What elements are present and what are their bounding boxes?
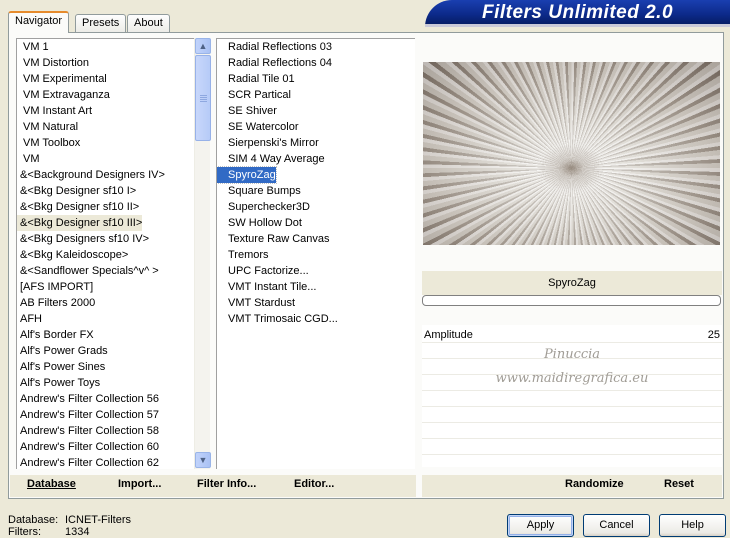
category-item[interactable]: &<Bkg Designer sf10 I> [17, 183, 136, 199]
parameter-area: Amplitude 25 Pinuccia www.maidiregrafica… [422, 325, 722, 467]
status-value: 1334 [65, 526, 90, 538]
param-row [422, 391, 722, 407]
tab-presets[interactable]: Presets [75, 14, 127, 33]
title-banner: Filters Unlimited 2.0 [425, 0, 730, 27]
filter-item[interactable]: SW Hollow Dot [217, 215, 302, 231]
param-label: Amplitude [424, 329, 473, 341]
watermark-name: Pinuccia [543, 347, 601, 362]
param-row-amplitude[interactable]: Amplitude 25 [422, 327, 722, 343]
filter-item[interactable]: Radial Reflections 03 [217, 39, 332, 55]
status-label: Database: [8, 514, 59, 526]
apply-button[interactable]: Apply [507, 514, 574, 537]
status-label: Filters: [8, 526, 41, 538]
category-item[interactable]: &<Bkg Designers sf10 IV> [17, 231, 149, 247]
category-item[interactable]: VM Experimental [17, 71, 107, 87]
scroll-thumb[interactable] [195, 55, 211, 141]
filter-item[interactable]: SpyroZag [217, 166, 277, 184]
category-item[interactable]: VM Instant Art [17, 103, 92, 119]
filter-item[interactable]: VMT Stardust [217, 295, 295, 311]
filter-item[interactable]: Square Bumps [217, 183, 301, 199]
help-button[interactable]: Help [659, 514, 726, 537]
category-item[interactable]: AB Filters 2000 [17, 295, 95, 311]
filter-item[interactable]: Radial Reflections 04 [217, 55, 332, 71]
filter-item[interactable]: SCR Partical [217, 87, 291, 103]
category-item[interactable]: Andrew's Filter Collection 58 [17, 423, 159, 439]
param-row [422, 423, 722, 439]
filter-item[interactable]: VMT Trimosaic CGD... [217, 311, 338, 327]
filter-info-button[interactable]: Filter Info... [197, 478, 256, 490]
filter-item[interactable]: Texture Raw Canvas [217, 231, 330, 247]
category-item[interactable]: Andrew's Filter Collection 56 [17, 391, 159, 407]
category-item[interactable]: &<Bkg Designer sf10 III> [17, 215, 143, 231]
category-item[interactable]: VM Distortion [17, 55, 89, 71]
category-item[interactable]: &<Bkg Designer sf10 II> [17, 199, 139, 215]
category-item[interactable]: &<Bkg Kaleidoscope> [17, 247, 128, 263]
category-item[interactable]: Andrew's Filter Collection 60 [17, 439, 159, 455]
tab-navigator[interactable]: Navigator [8, 11, 70, 33]
status-value: ICNET-Filters [65, 514, 131, 526]
category-item[interactable]: &<Background Designers IV> [17, 167, 165, 183]
category-item[interactable]: VM [17, 151, 40, 167]
category-item[interactable]: VM Toolbox [17, 135, 80, 151]
category-item[interactable]: Alf's Power Toys [17, 375, 100, 391]
category-item[interactable]: Alf's Border FX [17, 327, 94, 343]
filter-item[interactable]: VMT Instant Tile... [217, 279, 316, 295]
progress-bar [422, 295, 721, 306]
param-row [422, 407, 722, 423]
category-item[interactable]: VM Natural [17, 119, 78, 135]
category-scrollbar[interactable]: ▲ ▼ [194, 38, 211, 469]
category-item[interactable]: Andrew's Filter Collection 62 [17, 455, 159, 469]
cancel-button[interactable]: Cancel [583, 514, 650, 537]
category-item[interactable]: VM 1 [17, 39, 49, 55]
watermark-url: www.maidiregrafica.eu [495, 371, 649, 386]
category-item[interactable]: [AFS IMPORT] [17, 279, 93, 295]
tab-about[interactable]: About [127, 14, 170, 33]
filter-item[interactable]: SE Shiver [217, 103, 277, 119]
filter-item[interactable]: Tremors [217, 247, 269, 263]
filter-item[interactable]: SIM 4 Way Average [217, 151, 325, 167]
category-item[interactable]: Alf's Power Grads [17, 343, 108, 359]
import-button[interactable]: Import... [118, 478, 161, 490]
category-item[interactable]: &<Sandflower Specials^v^ > [17, 263, 159, 279]
editor-button[interactable]: Editor... [294, 478, 334, 490]
filter-item[interactable]: UPC Factorize... [217, 263, 309, 279]
filter-item[interactable]: Sierpenski's Mirror [217, 135, 319, 151]
filter-item[interactable]: SE Watercolor [217, 119, 299, 135]
category-item[interactable]: VM Extravaganza [17, 87, 110, 103]
status-filters: Filters: 1334 [8, 526, 89, 538]
category-item[interactable]: Alf's Power Sines [17, 359, 105, 375]
chevron-up-icon[interactable]: ▲ [195, 38, 211, 54]
selected-filter-name: SpyroZag [422, 271, 722, 295]
filter-list[interactable]: Radial Reflections 03 Radial Reflections … [216, 38, 415, 469]
reset-button[interactable]: Reset [664, 478, 694, 490]
filter-preview-image [423, 62, 720, 245]
param-value[interactable]: 25 [708, 329, 720, 341]
param-row [422, 439, 722, 455]
status-database: Database: ICNET-Filters [8, 514, 131, 526]
category-item[interactable]: AFH [17, 311, 42, 327]
filter-item[interactable]: Radial Tile 01 [217, 71, 295, 87]
app-title: Filters Unlimited 2.0 [481, 2, 674, 23]
database-button[interactable]: Database [27, 478, 76, 490]
chevron-down-icon[interactable]: ▼ [195, 452, 211, 468]
category-list[interactable]: VM 1 VM Distortion VM Experimental VM Extra… [16, 38, 194, 469]
category-item[interactable]: Andrew's Filter Collection 57 [17, 407, 159, 423]
filter-item[interactable]: Superchecker3D [217, 199, 310, 215]
randomize-button[interactable]: Randomize [565, 478, 624, 490]
